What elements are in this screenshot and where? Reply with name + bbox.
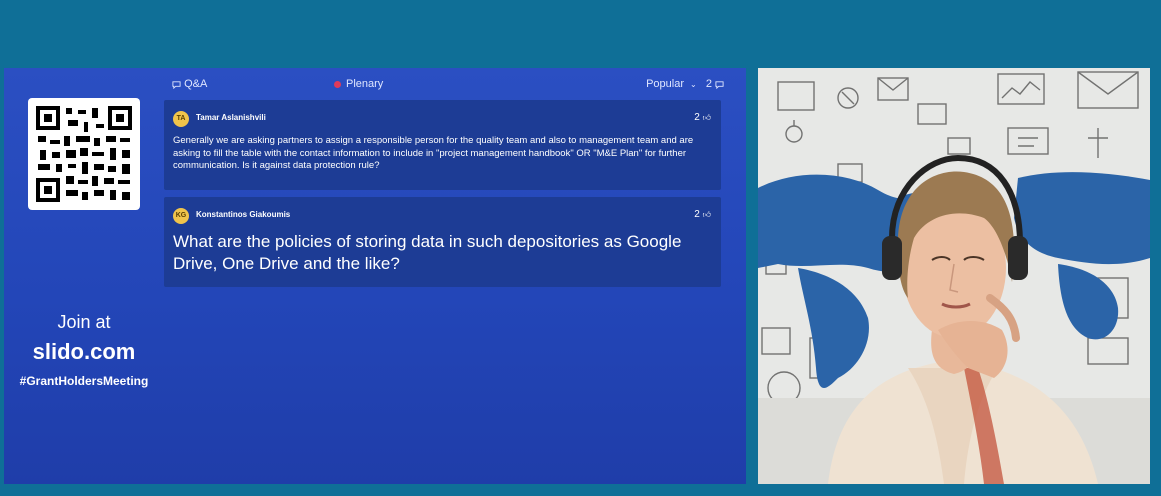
event-hashtag: #GrantHoldersMeeting xyxy=(19,374,149,388)
comment-icon xyxy=(715,78,724,90)
avatar: KG xyxy=(173,208,189,224)
like-count-button[interactable]: 2 👍︎ xyxy=(694,209,711,220)
question-text: Generally we are asking partners to assi… xyxy=(173,135,694,171)
room-label: Plenary xyxy=(346,78,384,90)
question-card: KG Konstantinos Giakoumis 2 👍︎ What are … xyxy=(164,197,721,287)
like-count: 2 xyxy=(694,112,700,123)
like-count-button[interactable]: 2 👍︎ xyxy=(694,112,711,123)
qa-topbar: Q&A Plenary Popular ⌄ 2 xyxy=(172,76,724,94)
qr-code xyxy=(28,98,140,210)
join-label: Join at xyxy=(57,312,111,332)
slido-panel: Join at slido.com #GrantHoldersMeeting Q… xyxy=(4,68,746,484)
avatar: TA xyxy=(173,111,189,127)
question-card: TA Tamar Aslanishvili 2 👍︎ Generally we … xyxy=(164,100,721,190)
sort-dropdown[interactable]: Popular xyxy=(646,78,684,90)
thumbs-up-icon: 👍︎ xyxy=(702,210,711,219)
live-dot-icon xyxy=(334,80,341,88)
like-count: 2 xyxy=(694,209,700,220)
question-text: What are the policies of storing data in… xyxy=(173,232,682,273)
question-author: Tamar Aslanishvili xyxy=(196,113,266,122)
question-count: 2 xyxy=(705,78,712,90)
tab-qa[interactable]: Q&A xyxy=(172,78,207,90)
tab-qa-label: Q&A xyxy=(184,78,208,90)
sort-controls[interactable]: Popular ⌄ 2 xyxy=(646,78,724,90)
room-indicator: Plenary xyxy=(334,78,383,90)
question-author: Konstantinos Giakoumis xyxy=(196,210,291,219)
thumbs-up-icon: 👍︎ xyxy=(702,113,711,122)
chevron-down-icon: ⌄ xyxy=(690,80,697,89)
join-site: slido.com xyxy=(32,339,136,364)
speaker-video xyxy=(758,68,1150,484)
chat-bubble-icon xyxy=(172,78,184,90)
speaker-video-frame xyxy=(758,68,1150,484)
